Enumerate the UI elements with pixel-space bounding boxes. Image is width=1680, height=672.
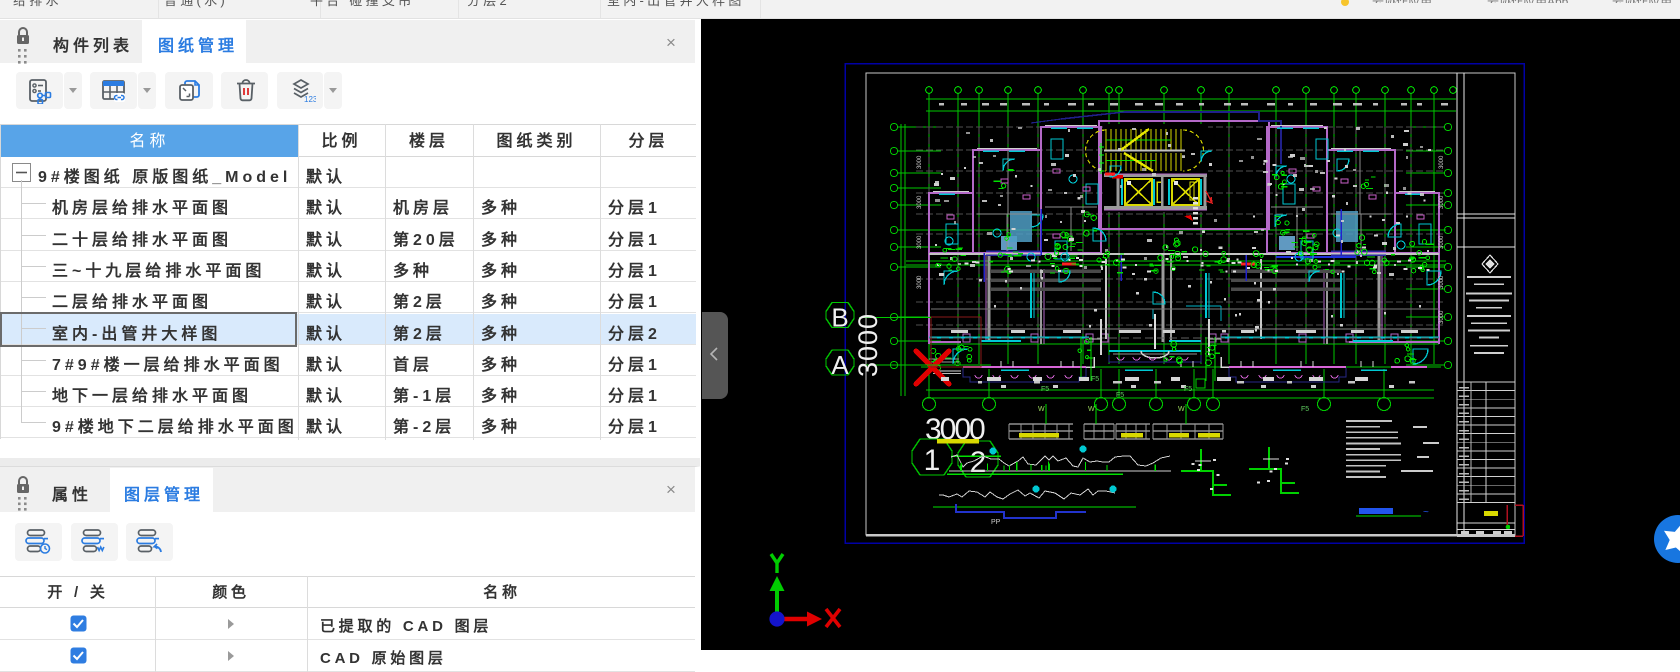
svg-text:3000: 3000 [917,235,923,249]
svg-text:3000: 3000 [917,275,923,289]
svg-text:~: ~ [1423,507,1429,518]
svg-text:F5: F5 [1041,386,1049,393]
svg-text:3000: 3000 [917,155,923,169]
svg-text:F5: F5 [1301,406,1309,413]
svg-text:F5: F5 [1091,376,1099,383]
svg-text:3000: 3000 [853,313,883,377]
svg-text:W: W [1088,406,1095,413]
svg-text:F5: F5 [1184,386,1192,393]
svg-text:3000: 3000 [917,195,923,209]
svg-text:1: 1 [924,444,941,477]
svg-text:3000: 3000 [1439,310,1445,324]
svg-text:3000: 3000 [1439,235,1445,249]
svg-text:W: W [1038,406,1045,413]
svg-text:F5: F5 [1116,392,1124,399]
svg-text:3000: 3000 [1439,155,1445,169]
svg-text:B: B [831,303,848,333]
svg-text:A: A [831,350,849,380]
svg-text:W: W [1178,406,1185,413]
svg-text:123: 123 [304,95,316,104]
svg-text:3000: 3000 [1439,275,1445,289]
svg-text:PP: PP [991,519,1001,526]
svg-text:3000: 3000 [1439,195,1445,209]
